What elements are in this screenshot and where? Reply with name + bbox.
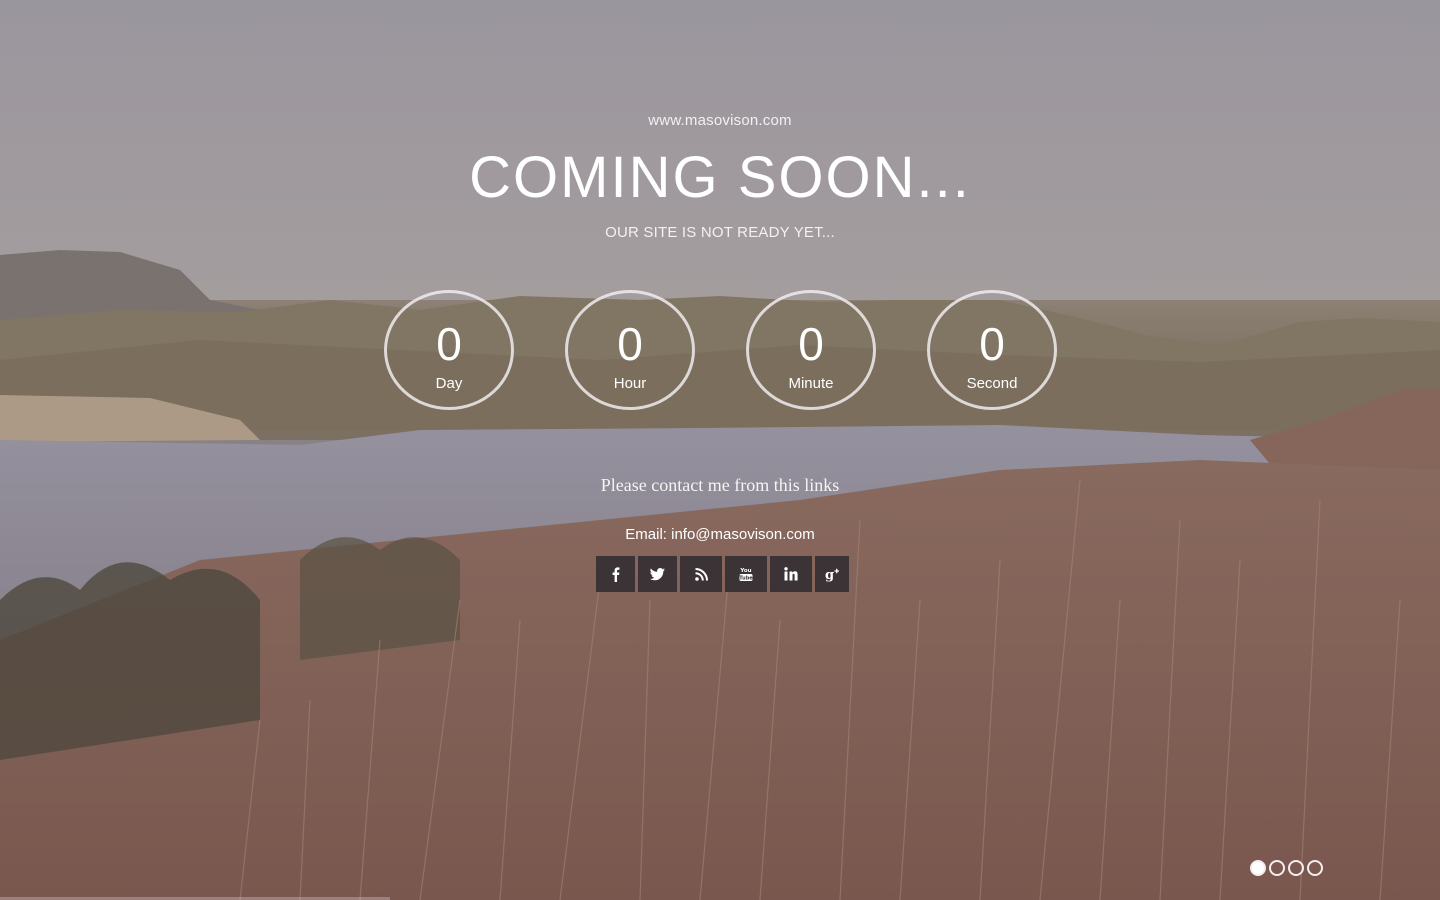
facebook-icon (612, 567, 619, 582)
google-plus-button[interactable]: g (815, 556, 849, 592)
rss-icon (694, 567, 708, 581)
slider-pagination (1250, 860, 1323, 876)
linkedin-icon (784, 567, 798, 581)
svg-text:Tube: Tube (739, 576, 753, 582)
page-title: COMING SOON... (469, 145, 971, 210)
slider-dot-2[interactable] (1269, 860, 1285, 876)
slider-dot-1[interactable] (1250, 860, 1266, 876)
twitter-button[interactable] (638, 556, 677, 592)
twitter-icon (650, 567, 665, 580)
svg-text:g: g (825, 568, 834, 582)
countdown-hours-value: 0 (617, 318, 643, 370)
background-tint (0, 0, 1440, 900)
slider-dot-4[interactable] (1307, 860, 1323, 876)
svg-text:You: You (739, 568, 751, 574)
countdown-hours-label: Hour (613, 375, 647, 392)
countdown-timer: 0 Day 0 Hour 0 Minute 0 Second (0, 290, 1440, 410)
contact-message: Please contact me from this links (600, 475, 840, 495)
youtube-icon: You Tube (739, 568, 753, 582)
countdown-seconds-label: Second (966, 375, 1018, 392)
facebook-button[interactable] (596, 556, 635, 592)
countdown-minutes: 0 Minute (746, 290, 876, 410)
google-plus-icon: g (825, 568, 839, 582)
slider-dot-3[interactable] (1288, 860, 1304, 876)
countdown-days-label: Day (435, 375, 463, 392)
countdown-days-value: 0 (436, 318, 462, 370)
rss-button[interactable] (680, 556, 722, 592)
linkedin-button[interactable] (770, 556, 812, 592)
countdown-days: 0 Day (384, 290, 514, 410)
youtube-button[interactable]: You Tube (725, 556, 767, 592)
countdown-minutes-label: Minute (788, 375, 834, 392)
countdown-seconds: 0 Second (927, 290, 1057, 410)
contact-email[interactable]: Email: info@masovison.com (0, 526, 1440, 543)
countdown-seconds-value: 0 (979, 318, 1005, 370)
background-landscape (0, 0, 1440, 900)
countdown-hours: 0 Hour (565, 290, 695, 410)
social-links: You Tube g (596, 556, 849, 592)
page-subtitle: OUR SITE IS NOT READY YET... (605, 224, 835, 241)
countdown-minutes-value: 0 (798, 318, 824, 370)
site-url: www.masovison.com (648, 112, 792, 129)
